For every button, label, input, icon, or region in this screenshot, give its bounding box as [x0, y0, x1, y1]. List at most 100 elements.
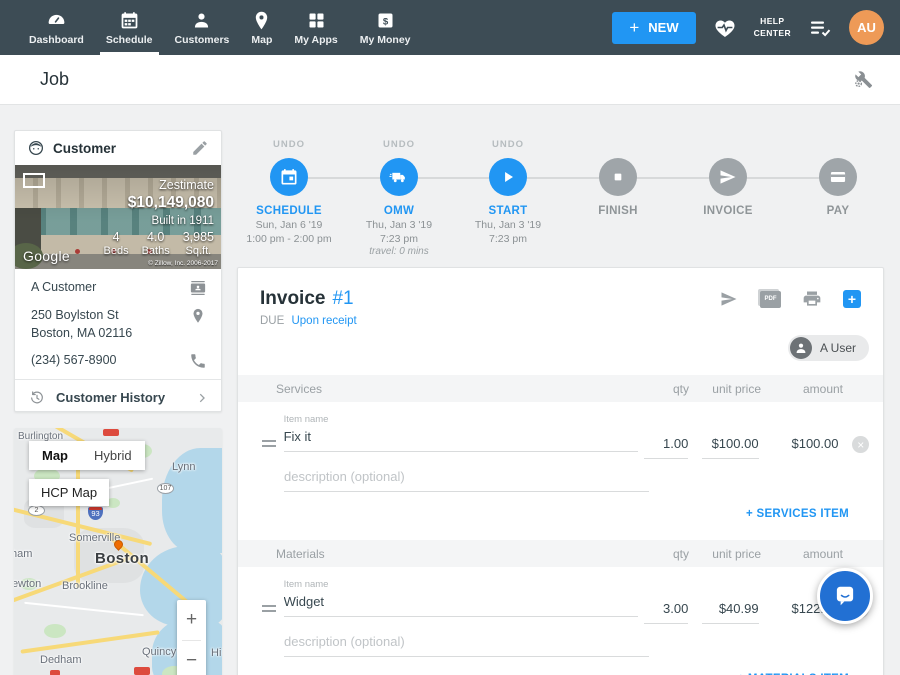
- finish-step-button[interactable]: [599, 158, 637, 196]
- add-invoice-item-button[interactable]: [843, 290, 861, 308]
- customer-history-link[interactable]: Customer History: [15, 379, 221, 415]
- section-title: Services: [276, 382, 637, 396]
- credit-card-icon: [828, 167, 848, 187]
- beds-value: 4: [104, 230, 129, 244]
- map-canvas[interactable]: Burlington Lynn 107 2 93 Somerville ham …: [14, 428, 222, 675]
- sqft-label: Sq.ft.: [183, 245, 214, 257]
- nav-item-schedule[interactable]: Schedule: [95, 0, 164, 55]
- assignee-avatar: [790, 337, 812, 359]
- map-label-brookline: Brookline: [62, 580, 108, 592]
- job-settings-wrench-icon[interactable]: [852, 68, 874, 90]
- service-qty-input[interactable]: [644, 432, 689, 459]
- streetview-expand-icon[interactable]: [23, 173, 45, 188]
- job-header-bar: Job: [0, 55, 900, 105]
- stop-icon: [608, 167, 628, 187]
- page-title: Job: [40, 69, 69, 90]
- send-invoice-icon[interactable]: [719, 289, 739, 309]
- phone-icon[interactable]: [189, 352, 207, 370]
- property-photo[interactable]: Zestimate $10,149,080 Built in 1911 4Bed…: [15, 165, 221, 269]
- sqft-value: 3,985: [183, 230, 214, 244]
- contact-card-icon[interactable]: [189, 279, 207, 297]
- user-avatar[interactable]: AU: [849, 10, 884, 45]
- hcp-map-button[interactable]: HCP Map: [29, 479, 109, 506]
- zoom-in-button[interactable]: +: [177, 600, 206, 640]
- nav-label: Map: [251, 34, 272, 46]
- service-unit-price-input[interactable]: [702, 432, 758, 459]
- health-heart-icon[interactable]: [713, 16, 737, 40]
- material-description-input[interactable]: [284, 630, 649, 657]
- section-title: Materials: [276, 547, 637, 561]
- material-item-name-input[interactable]: [284, 590, 638, 617]
- remove-service-item-button[interactable]: [852, 436, 869, 453]
- interstate-93-shield: 93: [88, 507, 103, 520]
- drag-handle-icon[interactable]: [262, 440, 276, 459]
- built-year: Built in 1911: [104, 215, 215, 227]
- top-navbar: Dashboard Schedule Customers Map My Apps…: [0, 0, 900, 55]
- due-value-link[interactable]: Upon receipt: [291, 315, 356, 327]
- nav-item-map[interactable]: Map: [240, 0, 283, 55]
- nav-item-customers[interactable]: Customers: [164, 0, 241, 55]
- chat-support-button[interactable]: [817, 568, 873, 624]
- svg-text:$: $: [382, 16, 388, 27]
- person-icon: [794, 341, 808, 355]
- map-label-dedham: Dedham: [40, 654, 82, 666]
- invoice-number[interactable]: #1: [332, 288, 353, 310]
- step-time: 7:23 pm: [443, 233, 573, 245]
- material-qty-input[interactable]: [644, 597, 689, 624]
- zestimate-label: Zestimate: [104, 178, 215, 192]
- start-step-button[interactable]: [489, 158, 527, 196]
- assignee-pill[interactable]: A User: [788, 335, 869, 361]
- map-label-hingham: Hi: [211, 647, 221, 659]
- zoom-out-button[interactable]: −: [177, 641, 206, 675]
- map-label-lynn: Lynn: [172, 461, 195, 473]
- location-pin-icon[interactable]: [189, 307, 207, 325]
- services-section-header: Services qty unit price amount: [238, 375, 883, 402]
- omw-step-button[interactable]: [380, 158, 418, 196]
- customer-address-line2: Boston, MA 02116: [31, 326, 132, 340]
- customer-address-line1: 250 Boylston St: [31, 308, 119, 322]
- schedule-step-button[interactable]: [270, 158, 308, 196]
- add-materials-item-link[interactable]: + MATERIALS ITEM: [238, 657, 883, 675]
- pdf-icon[interactable]: PDF: [760, 291, 781, 308]
- customer-phone: (234) 567-8900: [31, 351, 189, 369]
- map-type-hybrid-button[interactable]: Hybrid: [81, 441, 145, 470]
- edit-pencil-icon[interactable]: [191, 139, 209, 157]
- nav-item-my-money[interactable]: $ My Money: [349, 0, 422, 55]
- drag-handle-icon[interactable]: [262, 605, 276, 624]
- property-stats: 4Beds 4.0Baths 3,985Sq.ft.: [104, 230, 215, 257]
- amount-column-header: amount: [773, 382, 843, 396]
- nav-label: My Money: [360, 34, 411, 46]
- apps-grid-icon: [306, 10, 327, 31]
- map-label-waltham: ham: [14, 548, 32, 560]
- step-label: PAY: [773, 205, 900, 217]
- task-list-icon[interactable]: [808, 16, 832, 40]
- service-description-input[interactable]: [284, 465, 649, 492]
- material-unit-price-input[interactable]: [702, 597, 758, 624]
- add-services-item-link[interactable]: + SERVICES ITEM: [238, 492, 883, 526]
- nav-items: Dashboard Schedule Customers Map My Apps…: [0, 0, 422, 55]
- undo-spacer: [773, 139, 900, 151]
- map-label-quincy: Quincy: [142, 646, 176, 658]
- print-icon[interactable]: [802, 289, 822, 309]
- map-label-boston: Boston: [78, 550, 166, 567]
- help-center-link[interactable]: HELP CENTER: [754, 16, 791, 39]
- timeline-step-pay: PAY: [773, 139, 900, 217]
- plus-icon: +: [629, 18, 639, 38]
- map-type-map-button[interactable]: Map: [29, 441, 81, 470]
- invoice-step-button[interactable]: [709, 158, 747, 196]
- nav-item-dashboard[interactable]: Dashboard: [18, 0, 95, 55]
- send-icon: [718, 167, 738, 187]
- pay-step-button[interactable]: [819, 158, 857, 196]
- help-center-line1: HELP: [754, 16, 791, 27]
- invoice-header: Invoice #1 PDF DUE Upon receipt: [238, 268, 883, 327]
- history-clock-icon: [29, 390, 45, 406]
- nav-item-my-apps[interactable]: My Apps: [283, 0, 348, 55]
- customer-card: Customer Zestimate $10,149,080 Built in …: [14, 130, 222, 412]
- baths-value: 4.0: [142, 230, 170, 244]
- service-line-item: Item name $100.00: [238, 402, 883, 459]
- money-icon: $: [375, 10, 396, 31]
- item-name-label: Item name: [284, 414, 638, 425]
- new-button[interactable]: + NEW: [612, 12, 695, 44]
- service-item-name-input[interactable]: [284, 425, 638, 452]
- invoice-title: Invoice: [260, 288, 325, 310]
